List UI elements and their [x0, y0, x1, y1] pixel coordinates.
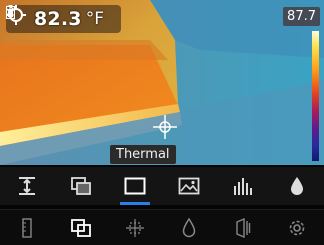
- humidity-button[interactable]: [162, 210, 216, 245]
- picture-in-picture-button[interactable]: [54, 167, 108, 205]
- histogram-button[interactable]: [216, 167, 270, 205]
- thermal-image-view[interactable]: 82.3 °F 87.7 Thermal: [0, 0, 324, 165]
- level-span-button[interactable]: [0, 167, 54, 205]
- temperature-color-scale: [312, 31, 319, 161]
- palette-bar-button[interactable]: [0, 210, 54, 245]
- dew-point-icon: [289, 176, 305, 196]
- visual-image-button[interactable]: [162, 167, 216, 205]
- spot-meter-icon: [124, 218, 146, 238]
- level-span-icon: [16, 176, 38, 196]
- settings-button[interactable]: [270, 210, 324, 245]
- emissivity-icon: [235, 218, 251, 238]
- settings-gear-icon: [287, 218, 307, 238]
- overlay-button[interactable]: [54, 210, 108, 245]
- scale-max-label: 87.7: [283, 7, 320, 26]
- spot-temperature-readout: 82.3 °F: [6, 5, 121, 33]
- histogram-icon: [232, 177, 254, 195]
- visual-image-icon: [178, 177, 200, 195]
- humidity-icon: [182, 218, 196, 238]
- spot-meter-button[interactable]: [108, 210, 162, 245]
- settings-toolbar: [0, 209, 324, 245]
- temperature-value: 82.3: [34, 8, 82, 30]
- overlay-icon: [71, 219, 91, 237]
- mode-label: Thermal: [110, 145, 176, 164]
- picture-in-picture-icon: [71, 177, 91, 195]
- palette-bar-icon: [20, 218, 34, 238]
- thermal-mode-button[interactable]: [108, 167, 162, 205]
- emissivity-button[interactable]: [216, 210, 270, 245]
- thermal-frame-icon: [124, 177, 146, 195]
- thermal-camera-screen: 82.3 °F 87.7 Thermal: [0, 0, 324, 245]
- image-mode-toolbar: [0, 167, 324, 205]
- dew-point-button[interactable]: [270, 167, 324, 205]
- spot-crosshair-icon[interactable]: [153, 115, 177, 139]
- temperature-unit: °F: [85, 9, 104, 29]
